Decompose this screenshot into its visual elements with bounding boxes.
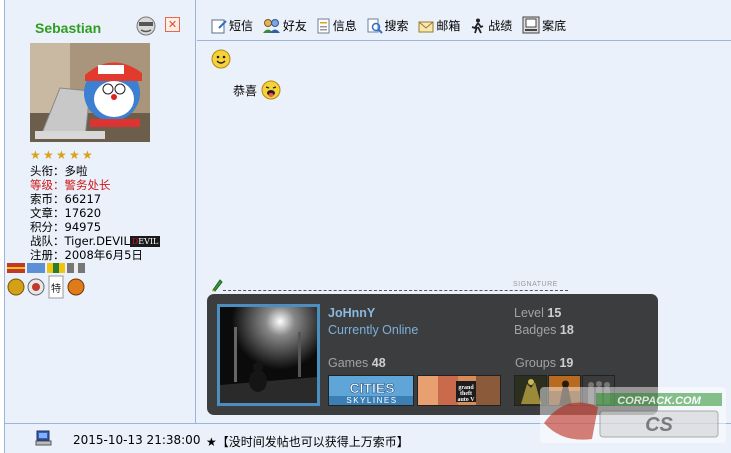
- steam-groups-label: Groups: [515, 356, 556, 370]
- toolbar-record[interactable]: 战绩: [470, 17, 512, 35]
- steam-level-label: Level: [514, 306, 544, 320]
- toolbar-divider: [197, 40, 731, 41]
- steam-badges-label: Badges: [514, 323, 557, 337]
- toolbar-info[interactable]: 信息: [317, 17, 357, 35]
- star-icon: ★: [30, 148, 41, 162]
- toolbar-mail-label: 邮箱: [436, 19, 461, 33]
- steam-avatar[interactable]: [217, 304, 320, 406]
- user-posts: 文章：17620: [30, 206, 102, 220]
- toolbar-mail[interactable]: 邮箱: [418, 17, 460, 35]
- toolbar-info-label: 信息: [332, 19, 357, 33]
- steam-games-value: 48: [371, 356, 386, 370]
- svg-text:特: 特: [51, 283, 61, 295]
- signature-divider: [223, 290, 568, 291]
- svg-text:SKYLINES: SKYLINES: [346, 396, 397, 405]
- steam-groups-value: 19: [559, 356, 574, 370]
- star-icon: ★: [69, 148, 80, 162]
- user-registered: 注册：2008年6月5日: [30, 248, 143, 262]
- svg-text:CS: CS: [645, 414, 673, 436]
- star-icon: ★: [43, 148, 54, 162]
- toolbar-file-label: 案底: [542, 19, 567, 33]
- user-team: 战队：Tiger.DEVIL DEVIL: [30, 234, 161, 248]
- post-body: 恭喜: [233, 80, 281, 100]
- user-title: 头衔：多啦: [30, 164, 88, 178]
- steam-level-value: 15: [547, 306, 562, 320]
- game-tile-gta-v[interactable]: grand theft auto V: [417, 375, 501, 406]
- mail-icon: [418, 21, 434, 33]
- toolbar-search-label: 搜索: [384, 19, 409, 33]
- svg-text:auto V: auto V: [457, 397, 475, 403]
- search-icon: [367, 18, 383, 34]
- team-badge-logo: DEVIL: [129, 236, 161, 247]
- signature-label: SIGNATURE: [513, 281, 558, 288]
- steam-games: Games 48: [328, 356, 386, 370]
- svg-text:CITIES: CITIES: [349, 380, 394, 396]
- user-rank-stars: ★ ★ ★ ★ ★: [30, 148, 95, 162]
- toolbar-friends[interactable]: 好友: [262, 17, 307, 35]
- computer-icon: [35, 430, 52, 446]
- post-text: 恭喜: [233, 84, 258, 98]
- team-name: 战队：Tiger.DEVIL: [30, 234, 130, 248]
- toolbar-record-label: 战绩: [488, 19, 513, 33]
- user-stats: 头衔：多啦 等级：警务处长 索币：66217 文章：17620 积分：94975…: [30, 164, 161, 262]
- user-coins: 索币：66217: [30, 192, 102, 206]
- close-icon[interactable]: ✕: [165, 17, 180, 32]
- user-info-panel: Sebastian ✕ ★ ★ ★ ★ ★ 头衔：多啦 等级：警务处长 索币：6…: [5, 0, 196, 423]
- post-timestamp: 2015-10-13 21:38:00: [73, 433, 201, 447]
- medal-icon: 特: [47, 263, 65, 299]
- avatar[interactable]: [30, 43, 150, 142]
- smiley-icon: [211, 49, 231, 69]
- steam-status: Currently Online: [328, 323, 419, 337]
- footer-ad-link[interactable]: ★【没时间发帖也可以获得上万索币】: [206, 433, 409, 450]
- steam-groups: Groups 19: [515, 356, 573, 370]
- toolbar-file[interactable]: 案底: [522, 16, 566, 34]
- user-points: 积分：94975: [30, 220, 102, 234]
- medal-icon: [7, 263, 25, 296]
- medals-row: 特: [7, 263, 85, 299]
- info-icon: [317, 18, 330, 34]
- record-icon: [471, 18, 484, 34]
- user-rank: 等级：警务处长: [30, 178, 111, 192]
- user-status-icon[interactable]: [135, 16, 157, 36]
- site-watermark-logo: CORPACK.COM CS: [540, 387, 726, 443]
- game-tile-cities-skylines[interactable]: CITIES SKYLINES: [328, 375, 414, 406]
- medal-icon: [67, 263, 85, 296]
- sms-icon: [211, 19, 227, 34]
- username[interactable]: Sebastian: [35, 20, 101, 36]
- toolbar-search[interactable]: 搜索: [367, 17, 409, 35]
- star-icon: ★: [82, 148, 93, 162]
- toolbar-friends-label: 好友: [282, 19, 307, 33]
- svg-text:CORPACK.COM: CORPACK.COM: [617, 395, 701, 407]
- steam-badges: Badges 18: [514, 323, 574, 337]
- steam-username[interactable]: JoHnnY: [328, 306, 375, 320]
- toolbar-sms-label: 短信: [229, 19, 254, 33]
- tongue-face-icon: [261, 80, 281, 100]
- steam-level: Level 15: [514, 306, 561, 320]
- post-content: 短信 好友 信息 搜索 邮箱 战绩 案底 恭喜 SIGNATURE JoHnnY…: [197, 0, 731, 423]
- steam-games-label: Games: [328, 356, 369, 370]
- star-icon: ★: [56, 148, 67, 162]
- steam-badges-value: 18: [559, 323, 574, 337]
- user-action-toolbar: 短信 好友 信息 搜索 邮箱 战绩 案底: [211, 16, 572, 36]
- file-icon: [522, 16, 540, 34]
- toolbar-sms[interactable]: 短信: [211, 17, 253, 35]
- signature-pen-icon: [212, 279, 223, 292]
- friends-icon: [262, 19, 280, 33]
- medal-icon: [27, 263, 45, 296]
